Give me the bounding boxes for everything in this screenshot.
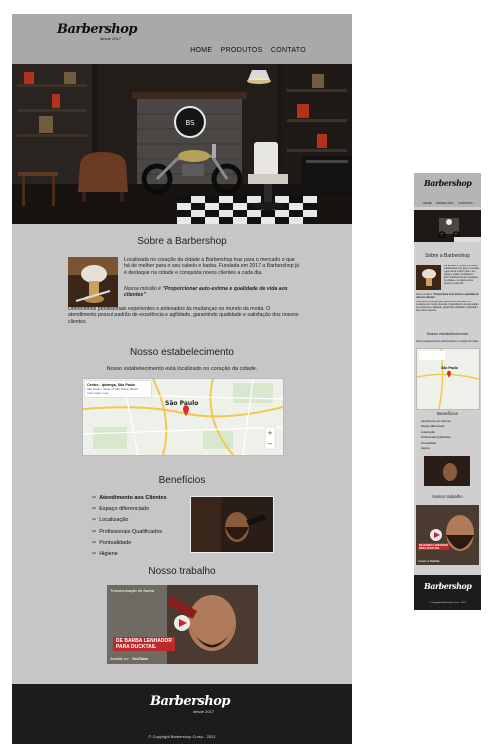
mobile-about-text: Localizada no coração da cidade a Barber… (444, 265, 479, 285)
mobile-brand-logo[interactable]: Barbershop (424, 178, 472, 188)
main-nav: HOME PRODUTOS CONTATO (184, 47, 306, 54)
mobile-nav-produtos[interactable]: PRODUTOS (436, 201, 453, 205)
map-city-label: São Paulo (165, 400, 198, 407)
site-footer: Barbershop desde 2017 © Copyright Barber… (12, 684, 352, 744)
benefits-image (190, 496, 274, 553)
location-caption: Nosso estabelecimento está localizado no… (106, 366, 258, 372)
check-icon: ✂ (92, 528, 97, 535)
nav-home[interactable]: HOME (190, 47, 212, 54)
map-embed[interactable]: São Paulo + − Centro - Ipiranga, São Pau… (82, 378, 284, 456)
mobile-location-title: Nosso estabelecimento (426, 331, 469, 336)
mobile-about-image (416, 265, 441, 290)
banner-line-2: PARA DUCKTAIL (116, 644, 157, 650)
mobile-nav-contato[interactable]: CONTATO (458, 201, 472, 205)
about-extra: Oferecemos profissionais experientes e a… (68, 306, 299, 325)
mobile-benefits-image (424, 456, 470, 486)
watch-on-youtube[interactable]: Assistir no YouTube (110, 656, 148, 661)
svg-text:−: − (267, 440, 273, 448)
mobile-hero-image (414, 210, 481, 242)
check-icon: ✂ (92, 539, 97, 546)
mobile-about-extra: Oferecemos profissionais experientes e a… (416, 301, 479, 312)
mobile-header: Barbershop HOME PRODUTOS CONTATO (414, 173, 481, 207)
work-title: Nosso trabalho (148, 566, 216, 577)
check-icon: ✂ (92, 517, 97, 524)
youtube-video-embed[interactable]: Transformação de Barba DE BARBA LENHADOR… (107, 585, 258, 664)
check-icon: ✂ (92, 495, 97, 501)
map-view-larger-link[interactable]: View larger map (87, 391, 149, 395)
benefit-item: Higiene (421, 447, 430, 451)
video-title[interactable]: Transformação de Barba (110, 588, 154, 593)
mobile-work-title: Nosso trabalho (432, 494, 463, 499)
mobile-map-embed[interactable]: São Paulo (416, 348, 480, 410)
desktop-page: Barbershop desde 2017 HOME PRODUTOS CONT… (12, 14, 352, 744)
about-title: Sobre a Barbershop (137, 236, 227, 247)
check-icon: ✂ (92, 551, 97, 558)
hero-image: BS (12, 64, 352, 224)
mobile-footer-logo: Barbershop (424, 581, 472, 591)
mobile-about-mission: Nossa missão é "Proporcionar auto-estima… (416, 294, 479, 299)
mobile-nav-home[interactable]: HOME (423, 201, 432, 205)
svg-text:+: + (267, 429, 273, 437)
benefit-item: ✂ Profissionais Qualificados (92, 528, 163, 535)
mobile-about-title: Sobre a Barbershop (425, 253, 470, 259)
watch-on-label: Assistir no (110, 656, 129, 661)
mobile-logo-text: Barbershop (424, 178, 472, 188)
svg-text:BS: BS (185, 119, 195, 127)
site-header: Barbershop desde 2017 HOME PRODUTOS CONT… (12, 14, 352, 64)
brand-logo-text: Barbershop (57, 22, 138, 37)
mission-label: Nossa missão é (124, 286, 161, 292)
about-image (68, 257, 118, 307)
mobile-footer: Barbershop © Copyright Barbershop Curso … (414, 575, 481, 610)
benefits-list: ✂ Atendimento aos Clientes ✂ Espaço difere… (92, 493, 167, 560)
benefit-item: ✂ Localização (92, 517, 129, 524)
benefit-item: ✂ Higiene (92, 551, 118, 558)
video-banner: DE BARBA LENHADOR PARA DUCKTAIL (113, 637, 175, 651)
mobile-youtube-video-embed[interactable]: DE BARBA LENHADOR PARA DUCKTAIL Assistir … (416, 505, 479, 565)
nav-produtos[interactable]: PRODUTOS (221, 47, 263, 54)
mobile-benefits-title: Benefícios (436, 411, 458, 416)
mobile-watch-on-youtube[interactable]: Assistir no YouTube (418, 560, 440, 563)
about-mission: Nossa missão é "Proporcionar auto-estima… (124, 286, 300, 299)
benefit-item: Profissionais Qualificados (421, 436, 451, 440)
footer-logo-text: Barbershop (150, 694, 231, 709)
location-title: Nosso estabelecimento (130, 347, 234, 358)
mobile-benefits-list: Atendimento aos Clientes Espaço diferenc… (421, 419, 451, 451)
mobile-video-banner: DE BARBA LENHADOR PARA DUCKTAIL (418, 543, 450, 550)
benefit-item: ✂ Atendimento aos Clientes (92, 495, 167, 501)
youtube-logo: YouTube (131, 656, 149, 661)
about-text: Localizada no coração da cidade a Barber… (124, 257, 300, 276)
mobile-nav: HOME PRODUTOS CONTATO (414, 201, 481, 205)
footer-since: desde 2017 (193, 709, 214, 714)
copyright-text: © Copyright Barbershop Curso - 2021 (148, 734, 216, 739)
benefit-item: ✂ Espaço diferenciado (92, 506, 150, 513)
brand-logo[interactable]: Barbershop desde 2017 (57, 22, 138, 41)
benefits-title: Benefícios (158, 475, 206, 486)
map-info-card: Centro - Ipiranga, São Paulo São Paulo -… (85, 381, 151, 397)
footer-logo: Barbershop desde 2017 (150, 694, 231, 714)
check-icon: ✂ (92, 506, 97, 513)
mobile-map-city: São Paulo (441, 366, 458, 370)
mobile-page: Barbershop HOME PRODUTOS CONTATO Sobre a… (414, 173, 481, 610)
nav-contato[interactable]: CONTATO (271, 47, 306, 54)
benefit-item: ✂ Pontualidade (92, 539, 132, 546)
mobile-location-caption: Nosso estabelecimento está localizado no… (416, 341, 479, 343)
mobile-copyright: © Copyright Barbershop Curso - 2021 (429, 602, 466, 604)
